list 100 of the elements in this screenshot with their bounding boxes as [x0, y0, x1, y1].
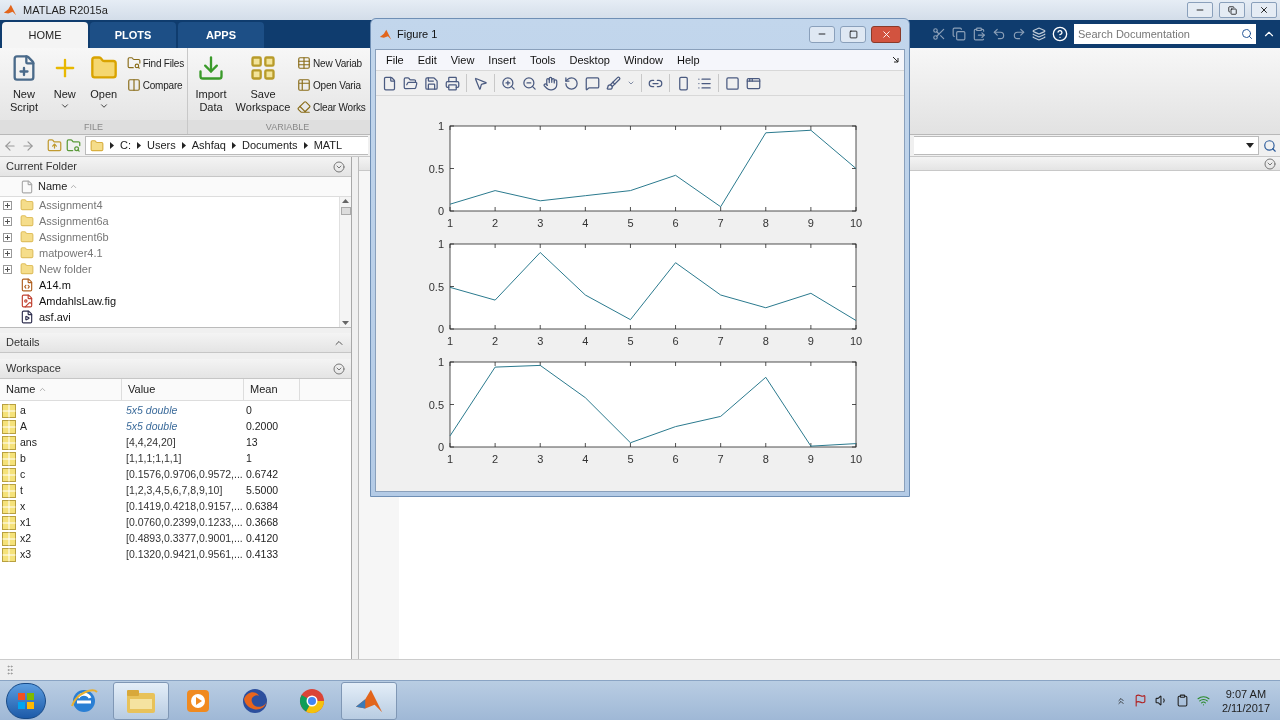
- square-icon[interactable]: [725, 75, 740, 91]
- workspace-row[interactable]: x3 [0.1320,0.9421,0.9561,... 0.4133: [0, 547, 351, 563]
- path-segment[interactable]: C:: [120, 137, 131, 154]
- forward-icon[interactable]: [21, 138, 35, 153]
- show-hidden-icon[interactable]: [1115, 695, 1126, 706]
- minimize-button[interactable]: [809, 25, 835, 43]
- column-header[interactable]: Value: [122, 379, 244, 400]
- device-icon[interactable]: [1175, 694, 1189, 707]
- rotate-icon[interactable]: [564, 75, 579, 91]
- folder-list-item[interactable]: asf.avi: [0, 309, 339, 325]
- column-header[interactable]: Name: [0, 379, 122, 400]
- workspace-row[interactable]: t [1,2,3,4,5,6,7,8,9,10] 5.5000: [0, 483, 351, 499]
- toolstrip-button[interactable]: Save Workspace: [233, 54, 293, 120]
- toolstrip-button[interactable]: Compare: [126, 76, 183, 94]
- search-field[interactable]: Search Documentation: [1074, 24, 1238, 44]
- back-icon[interactable]: [3, 138, 17, 153]
- scrollbar[interactable]: [339, 197, 351, 327]
- column-header[interactable]: Name: [38, 178, 79, 195]
- paste-icon[interactable]: [972, 27, 986, 41]
- expand-icon[interactable]: [3, 216, 12, 226]
- clock-time[interactable]: 9:07 AM: [1225, 686, 1267, 701]
- zoom-out-icon[interactable]: [522, 75, 537, 91]
- close-button[interactable]: [871, 25, 901, 43]
- workspace-row[interactable]: a 5x5 double 0: [0, 403, 351, 419]
- minimize-button[interactable]: [1187, 2, 1213, 18]
- folder-list-item[interactable]: matpower4.1: [0, 245, 339, 261]
- folder-list-item[interactable]: Assignment6a: [0, 213, 339, 229]
- toolstrip-button[interactable]: Open Varia: [297, 76, 361, 94]
- toolstrip-button[interactable]: New: [46, 54, 83, 120]
- window-icon[interactable]: [746, 75, 761, 91]
- menu-item[interactable]: View: [444, 51, 481, 69]
- taskbar-button[interactable]: [113, 681, 169, 720]
- printer-icon[interactable]: [445, 75, 460, 91]
- undo-icon[interactable]: [992, 27, 1006, 41]
- expand-icon[interactable]: [3, 200, 12, 210]
- scroll-down-icon[interactable]: [342, 321, 349, 325]
- panel-menu-icon[interactable]: [333, 160, 345, 173]
- scroll-up-icon[interactable]: [342, 199, 349, 203]
- folder-list-item[interactable]: A14.m: [0, 277, 339, 293]
- menu-item[interactable]: Insert: [482, 51, 522, 69]
- taskbar-button[interactable]: [341, 681, 397, 720]
- panel-menu-icon[interactable]: [333, 362, 345, 375]
- workspace-row[interactable]: ans [4,4,24,20] 13: [0, 435, 351, 451]
- status-grip-icon[interactable]: [4, 664, 16, 676]
- clock-date[interactable]: 2/11/2017: [1221, 700, 1270, 715]
- toolstrip-button[interactable]: Import Data: [191, 54, 231, 120]
- brush-icon[interactable]: [606, 75, 621, 91]
- hand-icon[interactable]: [543, 75, 558, 91]
- toolstrip-button[interactable]: Find Files: [126, 54, 184, 72]
- search-icon[interactable]: [1263, 138, 1277, 153]
- toolstrip-button[interactable]: New Script: [3, 54, 45, 120]
- cut-icon[interactable]: [932, 27, 946, 41]
- workspace-row[interactable]: x [0.1419,0.4218,0.9157,... 0.6384: [0, 499, 351, 515]
- workspace-row[interactable]: x1 [0.0760,0.2399,0.1233,... 0.3668: [0, 515, 351, 531]
- panel-menu-icon[interactable]: [1264, 157, 1276, 170]
- folder-list-item[interactable]: Assignment6b: [0, 229, 339, 245]
- toolstrip-button[interactable]: New Variab: [297, 54, 362, 72]
- menu-item[interactable]: Window: [617, 51, 670, 69]
- workspace-row[interactable]: b [1,1,1;1,1,1] 1: [0, 451, 351, 467]
- folder-list-item[interactable]: AmdahlsLaw.fig: [0, 293, 339, 309]
- path-segment[interactable]: Ashfaq: [191, 137, 226, 154]
- menu-item[interactable]: Help: [671, 51, 706, 69]
- open-folder-icon[interactable]: [403, 75, 418, 91]
- scroll-thumb[interactable]: [340, 207, 351, 215]
- path-segment[interactable]: Users: [147, 137, 176, 154]
- dock-arrow-icon[interactable]: [892, 56, 900, 64]
- toolstrip-button[interactable]: Open: [84, 54, 123, 120]
- close-button[interactable]: [1251, 2, 1277, 18]
- address-field[interactable]: C: Users Ashfaq Documents MATL: [85, 136, 368, 155]
- redo-icon[interactable]: [1012, 27, 1026, 41]
- save-icon[interactable]: [424, 75, 439, 91]
- new-file-icon[interactable]: [382, 75, 397, 91]
- expand-icon[interactable]: [3, 232, 12, 242]
- dropdown-caret-icon[interactable]: [1246, 143, 1254, 148]
- colorbar-icon[interactable]: [676, 75, 691, 91]
- pointer-icon[interactable]: [473, 75, 488, 91]
- expand-icon[interactable]: [3, 264, 12, 274]
- menu-item[interactable]: Desktop: [563, 51, 616, 69]
- copy-icon[interactable]: [952, 27, 966, 41]
- path-segment[interactable]: MATL: [313, 137, 343, 154]
- folder-list-item[interactable]: New folder: [0, 261, 339, 277]
- restore-button[interactable]: [1219, 2, 1245, 18]
- zoom-in-icon[interactable]: [501, 75, 516, 91]
- workspace-row[interactable]: x2 [0.4893,0.3377,0.9001,... 0.4120: [0, 531, 351, 547]
- volume-icon[interactable]: [1154, 694, 1168, 707]
- search-button[interactable]: [1238, 24, 1256, 44]
- menu-item[interactable]: Edit: [411, 51, 443, 69]
- menu-item[interactable]: File: [380, 51, 410, 69]
- path-segment[interactable]: Documents: [242, 137, 298, 154]
- ribbon-tab[interactable]: APPS: [178, 22, 264, 48]
- caret-icon[interactable]: [627, 79, 635, 87]
- toolstrip-button[interactable]: Clear Works: [297, 98, 366, 116]
- column-header[interactable]: Mean: [244, 379, 300, 400]
- expand-icon[interactable]: [3, 248, 12, 258]
- browse-folder-icon[interactable]: [66, 138, 81, 153]
- start-button[interactable]: [6, 682, 46, 719]
- folder-list-item[interactable]: Assignment4: [0, 197, 339, 213]
- ribbon-tab[interactable]: HOME: [2, 22, 88, 48]
- legend-icon[interactable]: [697, 75, 712, 91]
- flag-icon[interactable]: [1133, 694, 1147, 707]
